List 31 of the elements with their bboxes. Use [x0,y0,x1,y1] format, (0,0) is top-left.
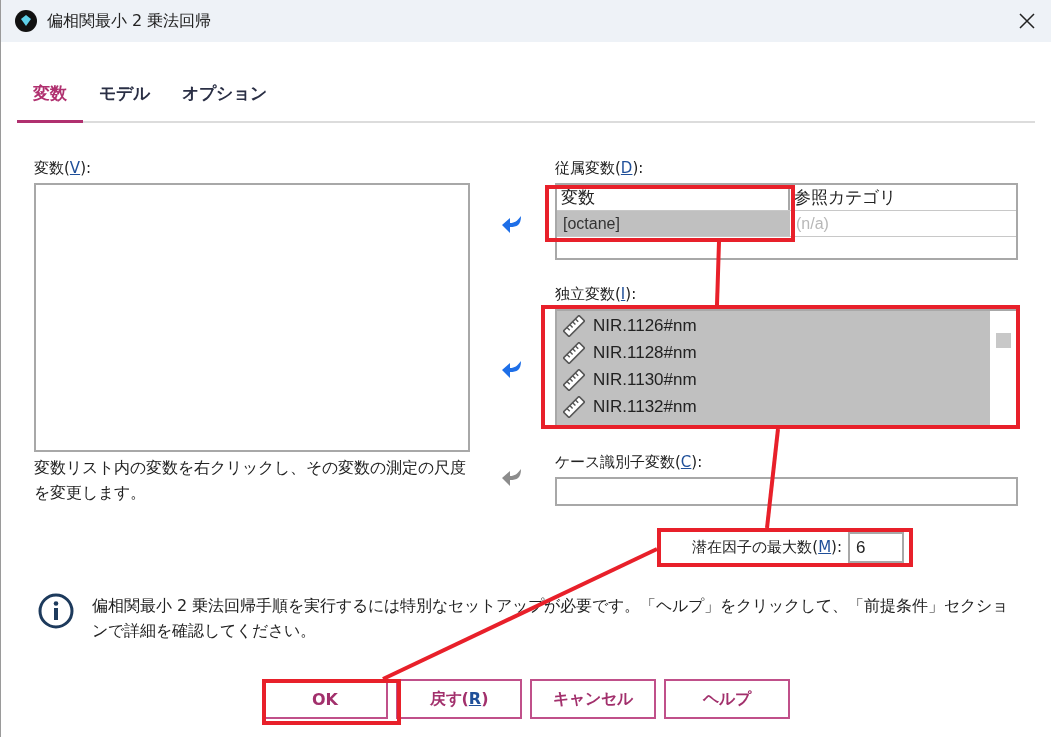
dialog-button[interactable]: 戻す(R) [396,679,522,719]
tab[interactable]: モデル [83,70,166,123]
variable-name: NIR.1126#nm [593,315,697,336]
independent-list[interactable]: NIR.1126#nm NIR.1128#nm NIR.1130#nm NIR.1132#nm [555,309,1018,427]
variable-name: NIR.1132#nm [593,396,697,417]
tab[interactable]: オプション [166,70,283,123]
column-header: 参照カテゴリ [793,186,897,209]
variable-name: NIR.1128#nm [593,342,697,363]
connector-line [715,241,721,306]
dialog-button[interactable]: ヘルプ [664,679,790,719]
move-arrow-icon [500,468,523,488]
case-id-field[interactable] [555,477,1018,506]
window-title: 偏相関最小 2 乗法回帰 [47,10,213,32]
table-cell: [octane] [557,211,790,236]
move-arrow-icon [500,215,523,235]
variables-label: 変数(V): [34,159,93,177]
max-factors-field[interactable]: 6 [848,532,904,563]
variables-list[interactable] [34,183,470,452]
independent-label: 独立変数(I): [555,285,638,303]
case-id-label: ケース識別子変数(C): [555,453,704,471]
variable-name: NIR.1130#nm [593,369,697,390]
max-factors-label: 潜在因子の最大数(M): [692,538,842,557]
dependent-table[interactable]: 変数 参照カテゴリ [octane] (n/a) [555,183,1018,260]
move-arrow-icon [500,360,523,380]
info-icon [38,593,74,629]
hint-text: 変数リスト内の変数を右クリックし、その変数の測定の尺度を変更します。 [34,457,467,504]
dialog-button[interactable]: キャンセル [530,679,656,719]
close-button[interactable] [1017,11,1037,31]
dependent-label: 従属変数(D): [555,159,645,177]
tab[interactable]: 変数 [17,70,83,123]
app-logo-icon [15,10,37,32]
